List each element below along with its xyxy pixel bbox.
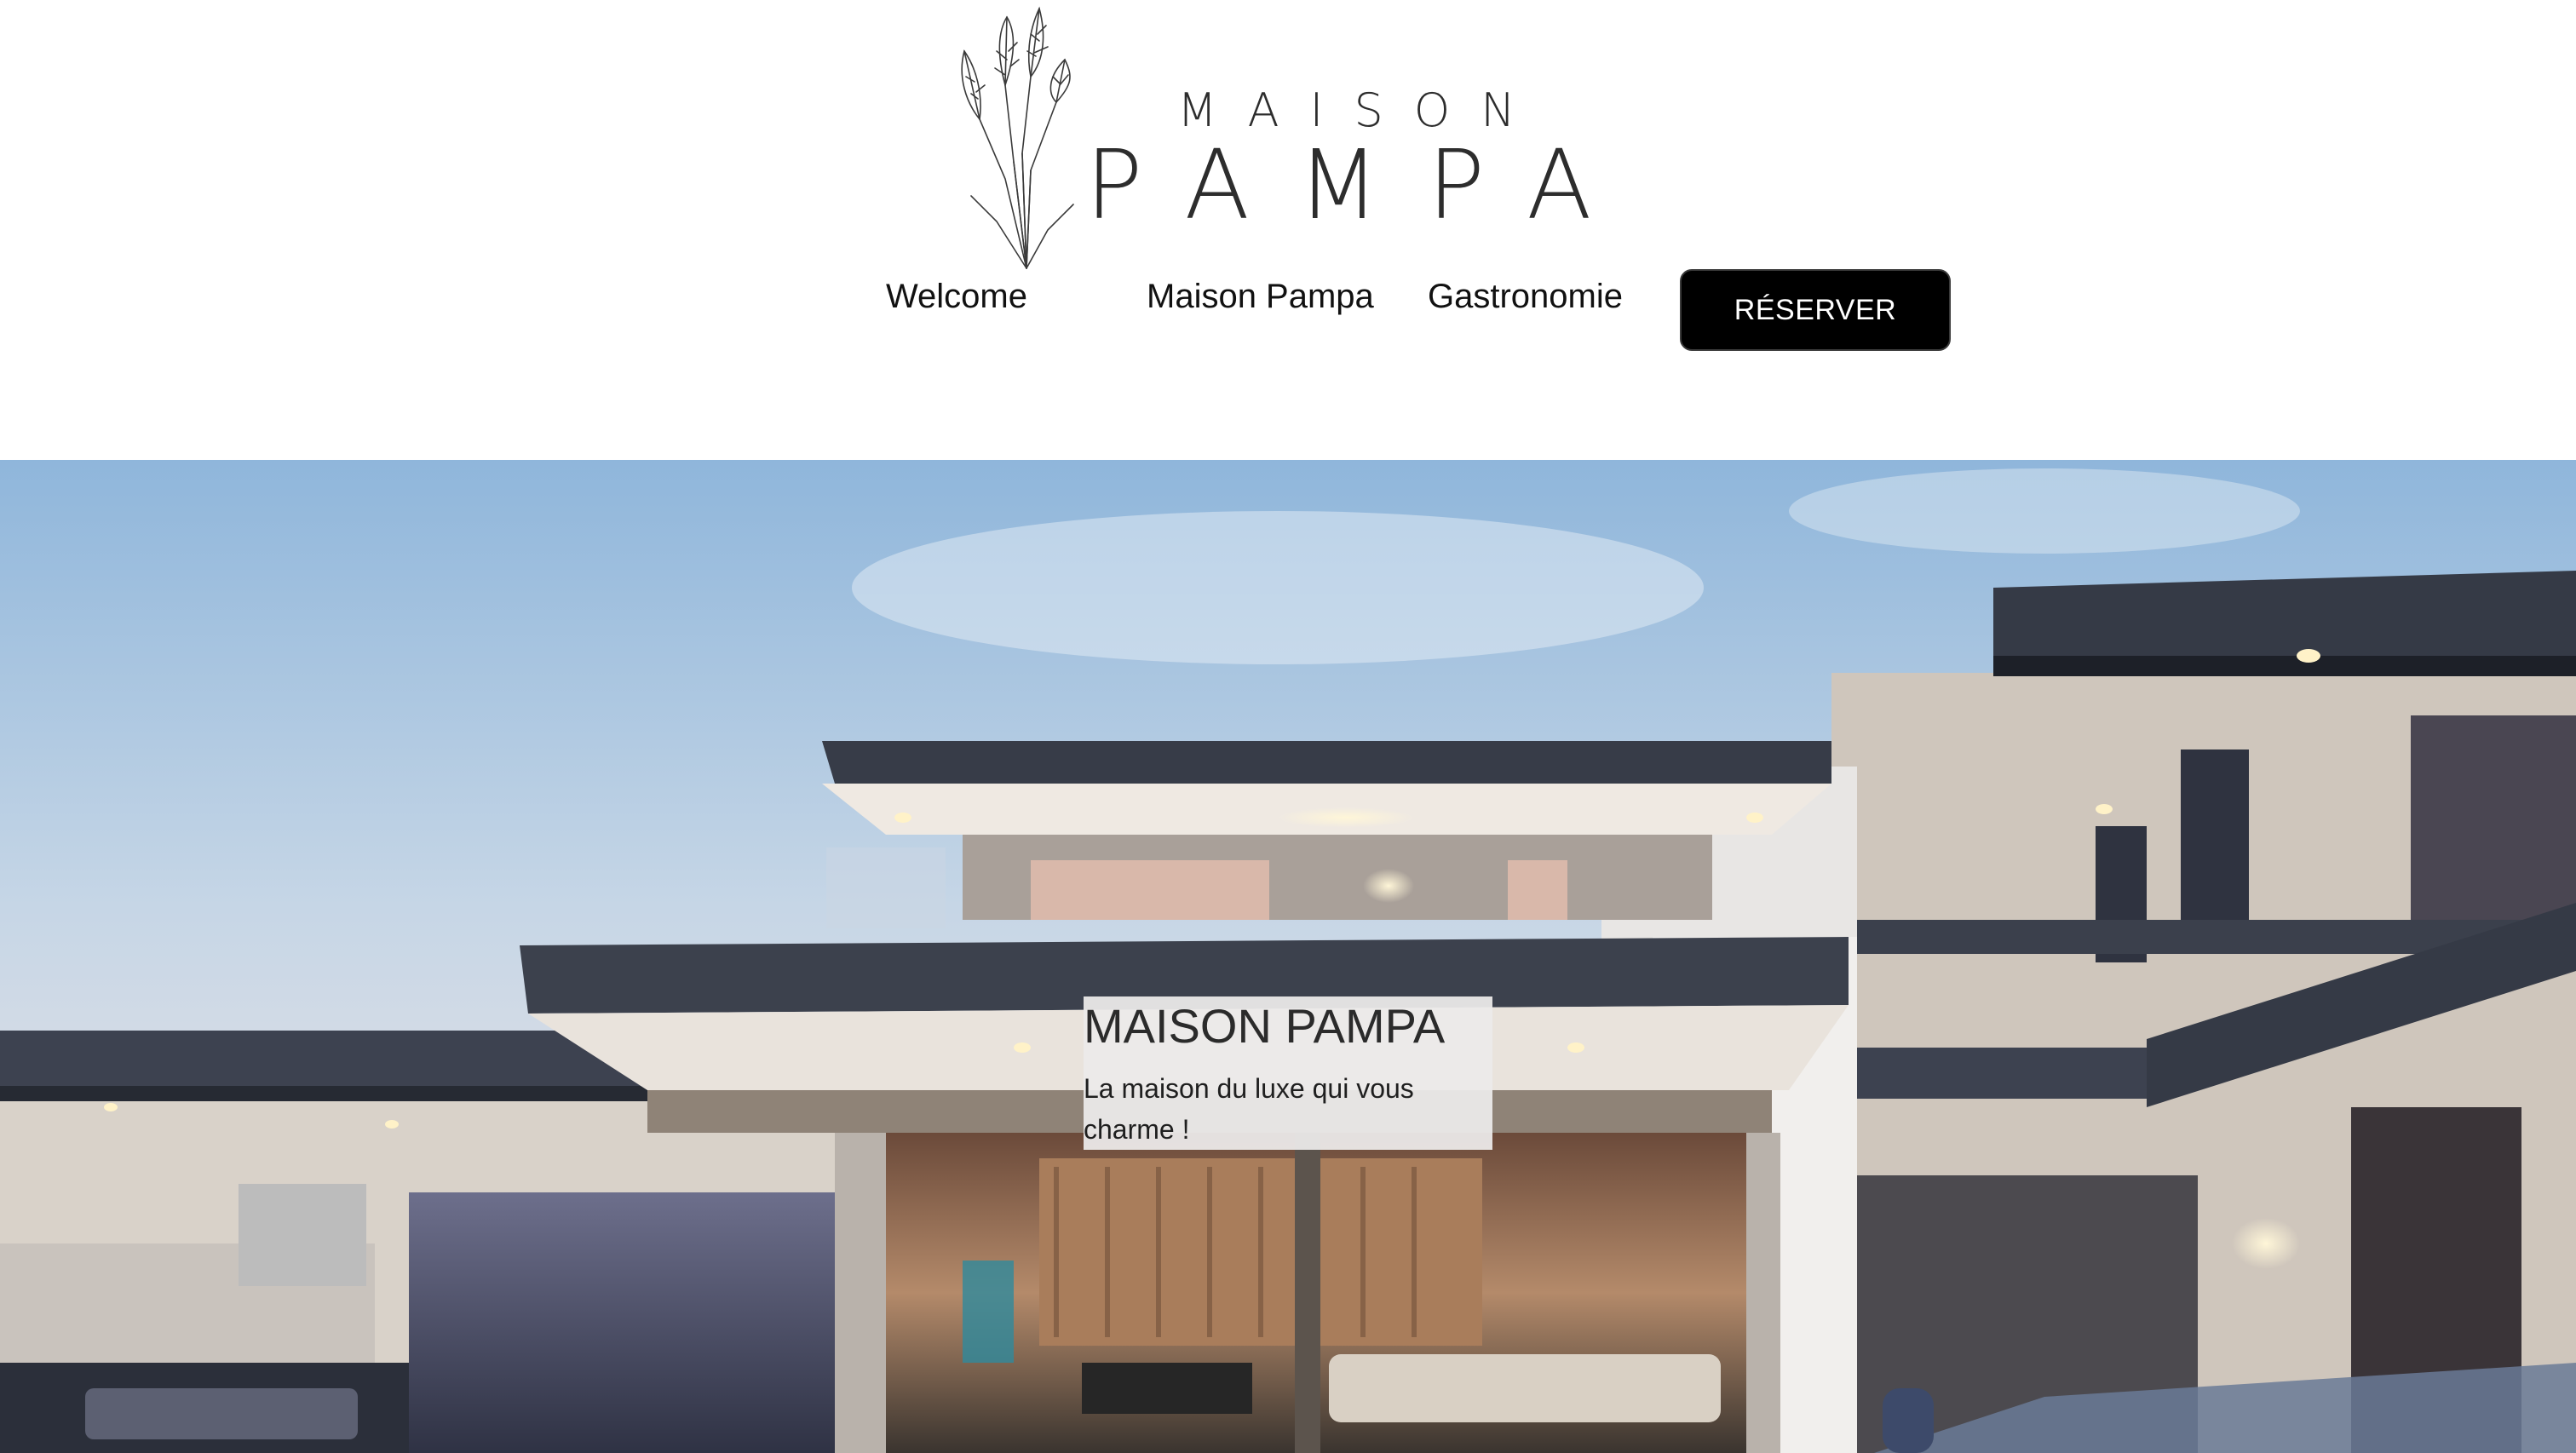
logo-wordmark-top: MAISON xyxy=(1177,83,1546,137)
villa-photo xyxy=(0,460,2576,1453)
nav-item-welcome[interactable]: Welcome xyxy=(886,273,1027,320)
hero-image: MAISON PAMPA La maison du luxe qui vous … xyxy=(0,460,2576,1453)
hero-subtitle: La maison du luxe qui vous charme ! xyxy=(1084,1073,1414,1145)
reserve-button[interactable]: RÉSERVER xyxy=(1680,269,1951,351)
nav-item-gastronomie[interactable]: Gastronomie xyxy=(1428,273,1623,320)
site-logo[interactable]: MAISON PAMPA xyxy=(946,0,1640,273)
hero-title: MAISON PAMPA xyxy=(1084,999,1446,1053)
hero-caption-card: MAISON PAMPA La maison du luxe qui vous … xyxy=(1084,996,1492,1150)
pampas-grass-icon xyxy=(961,6,1074,269)
nav-item-maison-pampa[interactable]: Maison Pampa xyxy=(1147,273,1374,320)
site-header: MAISON PAMPA Welcome Maison Pampa Gastro… xyxy=(0,0,2576,460)
logo-wordmark-bottom: PAMPA xyxy=(1085,130,1640,241)
